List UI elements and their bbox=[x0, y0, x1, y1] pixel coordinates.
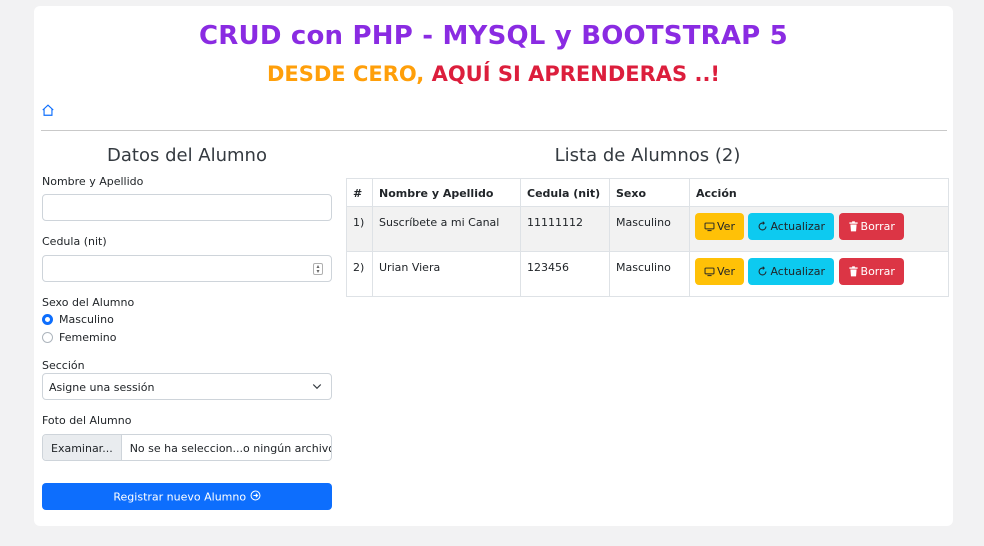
section-label: Sección bbox=[42, 359, 85, 372]
row-cedula: 123456 bbox=[520, 251, 610, 297]
row-sexo: Masculino bbox=[609, 206, 690, 252]
divider bbox=[41, 130, 947, 131]
column-header: Cedula (nit) bbox=[520, 178, 610, 207]
row-name: Urian Viera bbox=[372, 251, 521, 297]
section-select-value: Asigne una sessión bbox=[49, 381, 155, 394]
photo-label: Foto del Alumno bbox=[42, 414, 132, 427]
refresh-icon bbox=[759, 266, 767, 276]
delete-label: Borrar bbox=[860, 220, 895, 233]
table-header-row: # Nombre y Apellido Cedula (nit) Sexo Ac… bbox=[346, 178, 949, 207]
row-number: 1) bbox=[346, 206, 373, 252]
page-subtitle: DESDE CERO, AQUÍ SI APRENDERAS ..! bbox=[34, 62, 953, 86]
delete-label: Borrar bbox=[860, 265, 895, 278]
column-header: Nombre y Apellido bbox=[372, 178, 521, 207]
row-sexo: Masculino bbox=[609, 251, 690, 297]
view-label: Ver bbox=[717, 265, 735, 278]
chevron-down-icon bbox=[312, 384, 322, 390]
page-title: CRUD con PHP - MYSQL y BOOTSTRAP 5 bbox=[199, 21, 788, 51]
row-name: Suscríbete a mi Canal bbox=[372, 206, 521, 252]
house-icon[interactable] bbox=[41, 103, 55, 117]
delete-button[interactable]: Borrar bbox=[838, 258, 904, 285]
row-cedula: 11111112 bbox=[520, 206, 610, 252]
monitor-icon bbox=[704, 267, 715, 277]
section-select[interactable]: Asigne una sessión bbox=[42, 373, 332, 400]
column-header: Sexo bbox=[609, 178, 690, 207]
update-button[interactable]: Actualizar bbox=[748, 213, 835, 240]
radio-masculino[interactable]: Masculino bbox=[42, 313, 114, 326]
browse-button[interactable]: Examinar... bbox=[43, 435, 122, 460]
radio-checked-icon[interactable] bbox=[42, 314, 53, 325]
register-button[interactable]: Registrar nuevo Alumno bbox=[42, 483, 332, 510]
delete-button[interactable]: Borrar bbox=[838, 213, 904, 240]
radio-unchecked-icon[interactable] bbox=[42, 332, 53, 343]
monitor-icon bbox=[704, 222, 715, 232]
cedula-label: Cedula (nit) bbox=[42, 235, 107, 248]
update-button[interactable]: Actualizar bbox=[748, 258, 835, 285]
main-card: CRUD con PHP - MYSQL y BOOTSTRAP 5 DESDE… bbox=[34, 6, 953, 526]
trash-icon bbox=[848, 221, 858, 232]
refresh-icon bbox=[759, 221, 767, 231]
photo-file-input[interactable]: Examinar... No se ha seleccion...o ningú… bbox=[42, 434, 332, 461]
trash-icon bbox=[848, 266, 858, 277]
table-row: 1) Suscríbete a mi Canal 11111112 Mascul… bbox=[346, 206, 949, 252]
radio-fememino-label: Fememino bbox=[59, 331, 117, 344]
name-input[interactable] bbox=[42, 194, 332, 221]
radio-fememino[interactable]: Fememino bbox=[42, 331, 116, 344]
table-row: 2) Urian Viera 123456 Masculino Ver Actu… bbox=[346, 251, 949, 297]
row-actions: Ver Actualizar Borrar bbox=[689, 206, 949, 252]
row-number: 2) bbox=[346, 251, 373, 297]
sex-label: Sexo del Alumno bbox=[42, 296, 135, 309]
column-header: Acción bbox=[689, 178, 949, 207]
number-spinner-icon[interactable]: ▴ ▾ bbox=[313, 263, 323, 275]
view-button[interactable]: Ver bbox=[695, 258, 744, 285]
cedula-input[interactable]: ▴ ▾ bbox=[42, 255, 332, 282]
radio-masculino-label: Masculino bbox=[59, 313, 114, 326]
name-label: Nombre y Apellido bbox=[42, 175, 144, 188]
update-label: Actualizar bbox=[770, 265, 826, 278]
list-title: Lista de Alumnos (2) bbox=[554, 145, 741, 166]
update-label: Actualizar bbox=[770, 220, 826, 233]
row-actions: Ver Actualizar Borrar bbox=[689, 251, 949, 297]
subtitle-part-2: AQUÍ SI APRENDERAS ..! bbox=[431, 62, 721, 86]
students-table: # Nombre y Apellido Cedula (nit) Sexo Ac… bbox=[346, 178, 949, 297]
view-button[interactable]: Ver bbox=[695, 213, 744, 240]
column-header: # bbox=[346, 178, 373, 207]
view-label: Ver bbox=[717, 220, 735, 233]
form-title: Datos del Alumno bbox=[107, 145, 267, 166]
subtitle-part-1: DESDE CERO, bbox=[266, 62, 425, 86]
photo-filename: No se ha seleccion...o ningún archivo. bbox=[129, 442, 332, 455]
register-button-label: Registrar nuevo Alumno bbox=[113, 490, 247, 504]
arrow-right-circle-icon bbox=[250, 490, 261, 501]
